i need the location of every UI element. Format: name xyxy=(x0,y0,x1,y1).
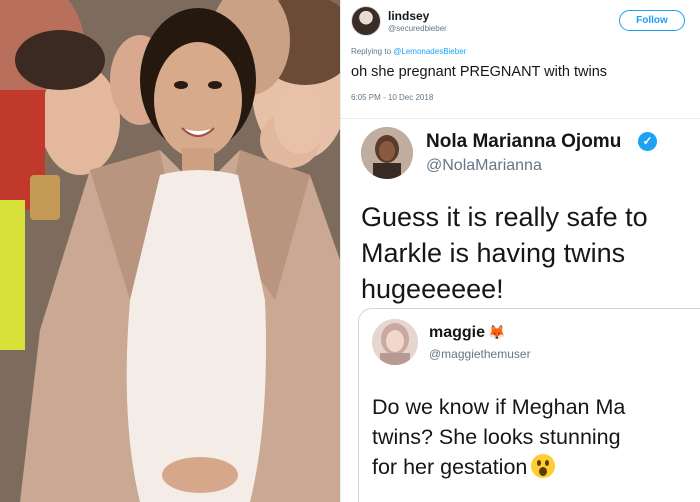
avatar-image xyxy=(372,319,418,365)
tweet-author-name[interactable]: maggie xyxy=(429,324,485,342)
replying-to-handle-link[interactable]: @LemonadesBieber xyxy=(393,47,466,56)
tweet-text-line: hugeeeeee! xyxy=(361,274,504,304)
replying-to-prefix: Replying to xyxy=(351,47,392,56)
tweet-text-line: Markle is having twins xyxy=(361,238,626,268)
photo-illustration xyxy=(0,0,340,502)
tweet-text-line: twins? She looks stunning xyxy=(372,425,621,449)
tweet-nola: Nola Marianna Ojomu ✓ @NolaMarianna Gues… xyxy=(341,118,700,308)
tweet-text-line: Guess it is really safe to xyxy=(361,202,648,232)
tweet-collage: lindsey @securedbieber Follow Replying t… xyxy=(341,0,700,502)
quoted-tweet-maggie[interactable]: maggie 🦊 @maggiethemuser Do we know if M… xyxy=(358,308,700,502)
astonished-face-emoji-icon xyxy=(531,454,556,478)
follow-button[interactable]: Follow xyxy=(619,10,685,31)
fox-emoji-icon: 🦊 xyxy=(488,324,506,340)
tweet-text: Do we know if Meghan Ma twins? She looks… xyxy=(372,392,625,482)
avatar[interactable] xyxy=(372,319,418,365)
tweet-author-handle[interactable]: @NolaMarianna xyxy=(426,157,542,175)
tweet-text-line-content: for her gestation xyxy=(372,455,528,479)
tweet-author-name[interactable]: Nola Marianna Ojomu xyxy=(426,131,621,153)
avatar[interactable] xyxy=(361,127,413,179)
tweet-text-line: for her gestation xyxy=(372,452,625,482)
tweet-text-line: Do we know if Meghan Ma xyxy=(372,395,626,419)
tweet-author-handle[interactable]: @securedbieber xyxy=(388,24,447,33)
tweet-text: oh she pregnant PREGNANT with twins xyxy=(351,64,608,80)
avatar-image xyxy=(361,127,413,179)
tweet-lindsey: lindsey @securedbieber Follow Replying t… xyxy=(341,0,700,118)
tweet-author-handle[interactable]: @maggiethemuser xyxy=(429,347,531,361)
tweet-timestamp[interactable]: 6:05 PM - 10 Dec 2018 xyxy=(351,93,433,102)
photo-woman-trench-coat xyxy=(0,0,340,502)
tweet-text: Guess it is really safe to Markle is hav… xyxy=(361,199,648,307)
tweet-author-name[interactable]: lindsey xyxy=(388,9,429,23)
replying-to: Replying to @LemonadesBieber xyxy=(351,47,466,56)
verified-badge-icon: ✓ xyxy=(638,132,657,151)
avatar[interactable] xyxy=(351,6,381,36)
